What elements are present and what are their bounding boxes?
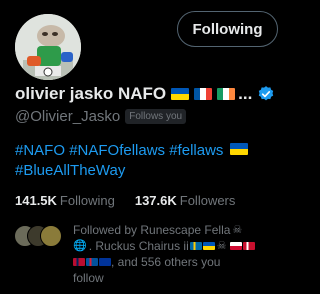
sweden-flag-icon	[189, 242, 202, 250]
follows-you-badge: Follows you	[125, 109, 187, 124]
following-button[interactable]: Following	[177, 11, 278, 47]
skull-crossbones-icon: ☠	[232, 224, 243, 236]
hashtag-link[interactable]: #NAFOfellaws	[69, 142, 165, 159]
followed-by-line-2: 🌐 . Ruckus Chairus ii ☠	[73, 238, 283, 254]
hashtag-link[interactable]: #fellaws	[169, 142, 223, 159]
ukraine-flag-icon	[171, 88, 190, 100]
followed-by-line-3: , and 556 others you	[73, 254, 283, 270]
france-flag-icon	[194, 88, 213, 100]
hashtag-link[interactable]: #NAFO	[15, 142, 65, 159]
ukraine-flag-icon	[202, 242, 215, 250]
display-name-row: olivier jasko NAFO ...	[15, 84, 275, 104]
followers-count: 137.6K	[134, 193, 177, 208]
eu-flag-icon	[99, 258, 111, 266]
greenland-flag-icon	[229, 242, 242, 250]
bio-line-1: #NAFO #NAFOfellaws #fellaws	[15, 141, 280, 161]
followers-count-link[interactable]: 137.6K Followers	[135, 193, 236, 208]
ireland-flag-icon	[217, 88, 236, 100]
norway-flag-icon	[73, 258, 85, 266]
bio-line-2: #BlueAllTheWay	[15, 161, 280, 181]
verified-badge-icon[interactable]	[257, 85, 275, 103]
followed-by-avatars[interactable]	[14, 225, 64, 247]
followed-by-line-4: follow	[73, 271, 104, 285]
following-count: 141.5K	[15, 193, 57, 208]
name-truncation: ...	[238, 84, 253, 103]
avatar-image	[15, 14, 81, 80]
follow-stats: 141.5K Following 137.6K Followers	[15, 193, 255, 208]
iceland-flag-icon	[86, 258, 98, 266]
globe-icon: 🌐	[73, 240, 87, 252]
followed-by-line-1: Followed by Runescape Fella ☠	[73, 223, 243, 237]
profile-bio: #NAFO #NAFOfellaws #fellaws #BlueAllTheW…	[15, 141, 280, 181]
username-handle: @Olivier_Jasko	[15, 108, 121, 125]
following-label: Following	[59, 193, 115, 208]
skull-crossbones-icon: ☠	[216, 240, 227, 252]
profile-avatar[interactable]	[15, 14, 81, 80]
hashtag-link[interactable]: #BlueAllTheWay	[15, 162, 125, 179]
handle-row: @Olivier_Jasko Follows you	[15, 108, 187, 125]
follower-avatar	[40, 225, 62, 247]
followers-label: Followers	[179, 193, 236, 208]
ukraine-flag-icon	[229, 143, 248, 155]
following-count-link[interactable]: 141.5K Following	[15, 193, 115, 208]
display-name: olivier jasko NAFO	[15, 84, 167, 103]
followed-by-text[interactable]: Followed by Runescape Fella ☠ 🌐 . Ruckus…	[73, 222, 283, 286]
denmark-flag-icon	[242, 242, 255, 250]
